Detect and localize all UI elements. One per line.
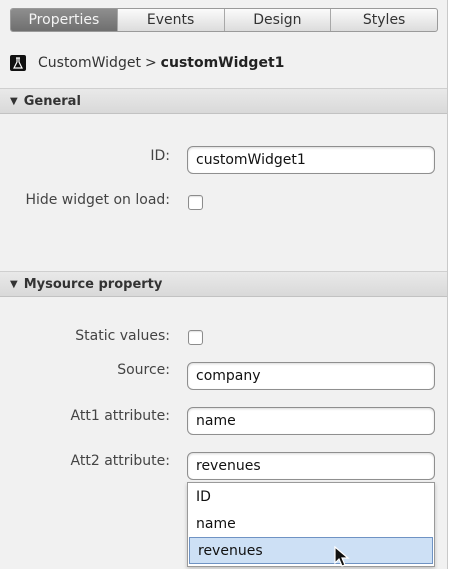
- hide-widget-checkbox[interactable]: [188, 195, 203, 210]
- breadcrumb-parent: CustomWidget: [38, 55, 141, 71]
- flask-icon: [10, 55, 26, 71]
- att2-field[interactable]: revenues: [187, 452, 435, 480]
- dropdown-option-id[interactable]: ID: [188, 483, 434, 510]
- mouse-pointer-icon: [334, 546, 350, 567]
- section-mysource-header[interactable]: ▼ Mysource property: [0, 271, 447, 297]
- tab-events[interactable]: Events: [116, 9, 224, 31]
- dropdown-option-revenues[interactable]: revenues: [189, 537, 433, 564]
- static-values-checkbox[interactable]: [188, 330, 203, 345]
- tab-styles[interactable]: Styles: [330, 9, 437, 31]
- att1-label: Att1 attribute:: [70, 408, 170, 424]
- source-label: Source:: [117, 362, 170, 378]
- breadcrumb-current: customWidget1: [160, 55, 285, 71]
- static-values-label: Static values:: [75, 328, 170, 344]
- breadcrumb: CustomWidget > customWidget1: [10, 54, 284, 72]
- id-field[interactable]: customWidget1: [187, 146, 435, 174]
- att2-label: Att2 attribute:: [70, 453, 170, 469]
- hide-widget-label: Hide widget on load:: [25, 192, 170, 208]
- section-general-title: General: [23, 93, 81, 109]
- id-label: ID:: [150, 148, 170, 164]
- triangle-down-icon: ▼: [10, 278, 18, 290]
- att2-dropdown-list: ID name revenues: [187, 482, 435, 567]
- tab-bar: Properties Events Design Styles: [10, 8, 438, 32]
- tab-properties[interactable]: Properties: [11, 9, 117, 31]
- source-field[interactable]: company: [187, 362, 435, 390]
- tab-design[interactable]: Design: [223, 9, 331, 31]
- properties-panel: Properties Events Design Styles CustomWi…: [0, 0, 448, 569]
- att1-field[interactable]: name: [187, 407, 435, 435]
- section-mysource-title: Mysource property: [23, 276, 163, 292]
- breadcrumb-separator: >: [144, 55, 157, 71]
- section-general-header[interactable]: ▼ General: [0, 88, 447, 114]
- triangle-down-icon: ▼: [10, 95, 18, 107]
- dropdown-option-name[interactable]: name: [188, 510, 434, 537]
